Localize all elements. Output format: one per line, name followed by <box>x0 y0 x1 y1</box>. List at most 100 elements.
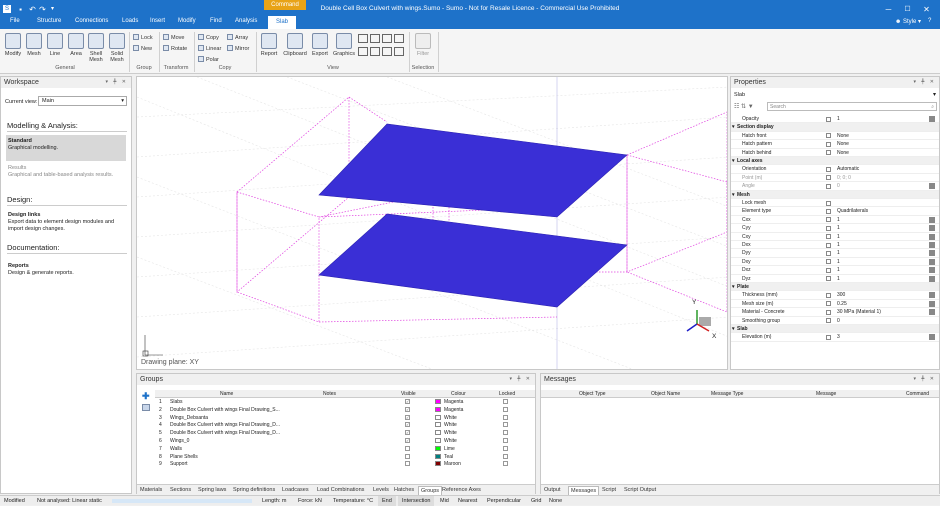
snap-none[interactable]: None <box>549 498 562 504</box>
reports-title[interactable]: Reports <box>8 263 29 269</box>
current-view-select[interactable]: Main ▾ <box>38 96 127 106</box>
property-value[interactable]: Quadrilaterals <box>837 208 868 214</box>
locked-checkbox[interactable] <box>503 438 508 443</box>
view-iso-icon[interactable] <box>394 34 404 43</box>
help-icon[interactable]: ? <box>928 18 931 24</box>
table-row[interactable]: 6 Wings_0 ✓ White <box>155 437 547 445</box>
property-row[interactable]: Thickness (mm) 300 <box>731 291 939 300</box>
visible-checkbox[interactable] <box>405 453 410 459</box>
property-checkbox[interactable] <box>826 250 831 256</box>
view-side-icon[interactable] <box>382 34 392 43</box>
colour-cell[interactable]: White <box>435 438 457 444</box>
property-row[interactable]: Mesh size (m) 0.25 <box>731 300 939 309</box>
property-value[interactable]: 0 <box>837 318 840 324</box>
property-value[interactable]: None <box>837 150 849 156</box>
property-row[interactable]: Dxz 1 <box>731 266 939 275</box>
close-icon[interactable]: ✕ <box>922 5 931 14</box>
property-checkbox[interactable] <box>826 133 831 139</box>
property-checkbox[interactable] <box>826 301 831 307</box>
design-links-title[interactable]: Design links <box>8 212 40 218</box>
bottom-slab[interactable] <box>318 213 628 308</box>
visible-checkbox[interactable] <box>405 445 410 451</box>
export-button[interactable]: Export <box>310 33 330 57</box>
panel-controls[interactable]: ▾ ╇ ✕ <box>914 79 937 85</box>
top-slab[interactable] <box>318 123 628 218</box>
mesh-button[interactable]: Mesh <box>24 33 44 57</box>
property-checkbox[interactable] <box>826 225 831 231</box>
sort-icon[interactable]: ☷ ⇅ ▼ <box>734 103 754 110</box>
snap-nearest[interactable]: Nearest <box>458 498 477 504</box>
visible-checkbox[interactable]: ✓ <box>405 422 410 428</box>
edit-icon[interactable] <box>929 242 935 248</box>
property-value[interactable]: 1 <box>837 276 840 282</box>
tab-structure[interactable]: Structure <box>37 18 61 24</box>
col-message[interactable]: Message <box>816 391 836 397</box>
colour-cell[interactable]: Magenta <box>435 406 463 413</box>
status-force[interactable]: Force: kN <box>298 498 322 504</box>
property-row[interactable]: Point (m) 0; 0; 0 <box>731 174 939 183</box>
visible-checkbox[interactable]: ✓ <box>405 414 410 420</box>
colour-cell[interactable]: White <box>435 430 457 436</box>
table-row[interactable]: 8 Plane Shells Teal <box>155 453 547 461</box>
property-row[interactable]: Material - Concrete 30 MPa (Material 1) <box>731 308 939 317</box>
edit-icon[interactable] <box>929 225 935 232</box>
property-value[interactable]: 1 <box>837 116 840 122</box>
property-category[interactable]: Local axes ▾ <box>731 157 939 166</box>
col-message-type[interactable]: Message Type <box>711 391 743 397</box>
col-command[interactable]: Command <box>906 391 929 397</box>
property-row[interactable]: Hatch front None <box>731 132 939 141</box>
snap-mid[interactable]: Mid <box>440 498 449 504</box>
tab-find[interactable]: Find <box>210 18 222 24</box>
view-back-icon[interactable] <box>370 47 380 56</box>
tab-loadcases[interactable]: Loadcases <box>280 486 311 494</box>
table-row[interactable]: 5 Double Box Culvert with wings Final Dra… <box>155 429 547 437</box>
property-row[interactable]: Hatch pattern None <box>731 140 939 149</box>
chevron-down-icon[interactable]: ▾ <box>933 91 936 98</box>
solid-mesh-button[interactable]: Solid Mesh <box>107 33 127 63</box>
property-row[interactable]: Element type Quadrilaterals <box>731 207 939 216</box>
tab-modify[interactable]: Modify <box>178 18 196 24</box>
property-value[interactable]: None <box>837 141 849 147</box>
tab-load-combinations[interactable]: Load Combinations <box>315 486 366 494</box>
property-checkbox[interactable] <box>826 242 831 248</box>
view-front-icon[interactable] <box>370 34 380 43</box>
tab-analysis[interactable]: Analysis <box>235 18 257 24</box>
col-object-name[interactable]: Object Name <box>651 391 680 397</box>
property-value[interactable]: 3 <box>837 334 840 340</box>
panel-controls[interactable]: ▾ ╇ ✕ <box>106 79 129 85</box>
colour-cell[interactable]: Teal <box>435 453 453 460</box>
property-value[interactable]: 0 <box>837 183 840 189</box>
minimize-icon[interactable]: ─ <box>884 5 893 14</box>
locked-checkbox[interactable] <box>503 445 508 451</box>
array-button[interactable]: Array <box>227 34 248 41</box>
property-checkbox[interactable] <box>826 334 831 340</box>
col-notes[interactable]: Notes <box>323 391 336 397</box>
property-value[interactable]: 1 <box>837 259 840 265</box>
locked-checkbox[interactable] <box>503 461 508 467</box>
style-menu[interactable]: ☻ Style ▾ <box>895 18 921 25</box>
collapse-icon[interactable]: ▾ <box>732 192 735 198</box>
property-checkbox[interactable] <box>826 292 831 298</box>
edit-icon[interactable] <box>929 250 935 257</box>
locked-checkbox[interactable] <box>503 414 508 420</box>
col-name[interactable]: Name <box>220 391 233 397</box>
property-row[interactable]: Cyy 1 <box>731 224 939 233</box>
property-search-input[interactable]: Search ⌕ <box>767 102 937 111</box>
locked-checkbox[interactable] <box>503 422 508 428</box>
table-row[interactable]: 1 Slabs ✓ Magenta <box>155 398 547 406</box>
property-value[interactable]: 1 <box>837 217 840 223</box>
move-button[interactable]: Move <box>163 34 184 41</box>
col-visible[interactable]: Visible <box>401 391 416 397</box>
property-value[interactable]: 0; 0; 0 <box>837 175 851 181</box>
visible-checkbox[interactable]: ✓ <box>405 430 410 436</box>
table-row[interactable]: 4 Double Box Culvert with wings Final Dra… <box>155 421 547 429</box>
colour-cell[interactable]: Magenta <box>435 399 463 405</box>
edit-icon[interactable] <box>929 216 935 223</box>
tab-connections[interactable]: Connections <box>75 18 108 24</box>
property-category[interactable]: Mesh ▾ <box>731 190 939 199</box>
property-value[interactable]: 1 <box>837 250 840 256</box>
colour-cell[interactable]: Maroon <box>435 461 461 467</box>
standard-item[interactable]: Standard Graphical modelling. <box>6 135 126 161</box>
edit-icon[interactable] <box>929 116 935 122</box>
edit-icon[interactable] <box>929 275 935 282</box>
